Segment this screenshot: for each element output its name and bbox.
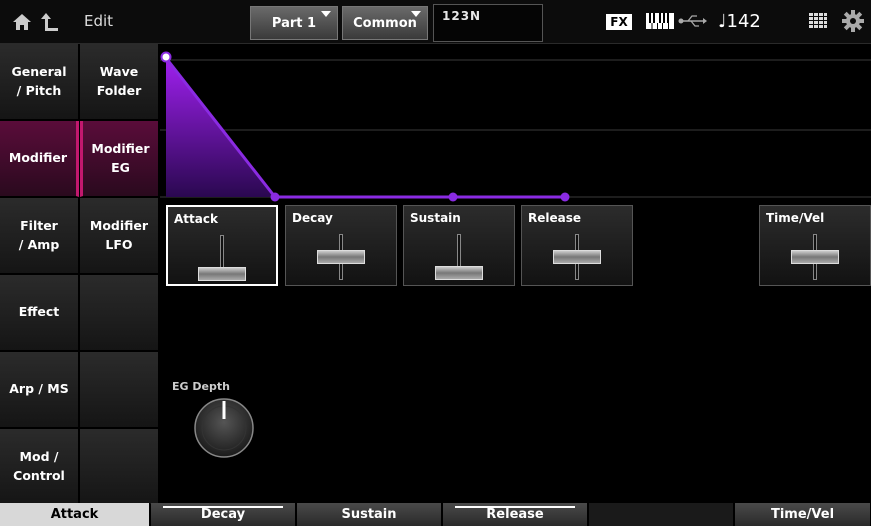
decay-slider[interactable] [317, 234, 365, 280]
eg-depth-knob[interactable] [193, 397, 255, 459]
slider-cap[interactable] [553, 250, 601, 264]
attack-slider[interactable] [198, 235, 246, 281]
nav-modifier[interactable]: Modifier [0, 121, 79, 197]
part-select-tab[interactable]: Part 1 [250, 6, 338, 40]
slider-cap[interactable] [317, 250, 365, 264]
eg-graph-svg [160, 51, 871, 202]
attack-slider-box[interactable]: Attack [166, 205, 278, 286]
fbar-empty [589, 503, 734, 526]
sustain-label: Sustain [410, 211, 461, 225]
dropdown-arrow-icon [321, 11, 331, 17]
nav-mod-control[interactable]: Mod / Control [0, 429, 79, 505]
fbar-sustain-button[interactable]: Sustain [297, 503, 442, 526]
eg-point-release [560, 192, 570, 202]
nav-arp-ms[interactable]: Arp / MS [0, 352, 79, 428]
sustain-slider-box[interactable]: Sustain [403, 205, 515, 286]
slider-cap[interactable] [198, 267, 246, 281]
fbar-decay-button[interactable]: Decay [151, 503, 296, 526]
attack-label: Attack [174, 212, 218, 226]
nav-filter-amp[interactable]: Filter / Amp [0, 198, 79, 274]
usb-icon [678, 15, 707, 27]
common-tab[interactable]: Common [342, 6, 428, 40]
part-tab-label: Part 1 [271, 15, 317, 31]
function-bar: Attack Decay Sustain Release Time/Vel [0, 503, 871, 526]
common-tab-label: Common [353, 15, 417, 31]
decay-slider-box[interactable]: Decay [285, 205, 397, 286]
eg-depth-label: EG Depth [172, 380, 230, 393]
subnav-wave-folder[interactable]: Wave Folder [80, 44, 159, 120]
decay-label: Decay [292, 211, 333, 225]
slider-cap[interactable] [435, 266, 483, 280]
fbar-release-button[interactable]: Release [443, 503, 588, 526]
fbar-time-vel-label: Time/Vel [770, 507, 835, 522]
keyboard-icon [646, 13, 674, 29]
back-up-icon[interactable] [40, 11, 60, 33]
top-bar: Edit Part 1 Common 123N FX ♩142 [0, 0, 871, 44]
gear-icon[interactable] [842, 10, 864, 32]
tempo-display[interactable]: ♩142 [718, 11, 761, 32]
subnav-empty-2 [80, 352, 159, 428]
fx-badge[interactable]: FX [606, 14, 632, 30]
eg-graph [160, 44, 871, 204]
fbar-time-vel-button[interactable]: Time/Vel [735, 503, 871, 526]
home-icon[interactable] [12, 12, 32, 32]
time-vel-slider[interactable] [791, 234, 839, 280]
fbar-indicator-line [455, 506, 575, 508]
release-slider-box[interactable]: Release [521, 205, 633, 286]
eg-point-decay [448, 192, 458, 202]
slider-cap[interactable] [791, 250, 839, 264]
mode-title: Edit [84, 12, 114, 30]
nav-effect[interactable]: Effect [0, 275, 79, 351]
eg-point-start [160, 51, 172, 63]
fbar-decay-label: Decay [200, 507, 246, 522]
performance-name: 123N [442, 9, 482, 23]
grid-icon[interactable] [809, 13, 827, 29]
subnav-modifier-lfo[interactable]: Modifier LFO [80, 198, 159, 274]
release-label: Release [528, 211, 582, 225]
fbar-attack-button[interactable]: Attack [0, 503, 150, 526]
fbar-sustain-label: Sustain [341, 507, 397, 522]
release-slider[interactable] [553, 234, 601, 280]
dropdown-arrow-icon [411, 11, 421, 17]
time-vel-label: Time/Vel [766, 211, 825, 225]
subnav-modifier-eg[interactable]: Modifier EG [80, 121, 159, 197]
time-vel-slider-box[interactable]: Time/Vel [759, 205, 871, 286]
subnav-empty-3 [80, 429, 159, 505]
eg-point-attack [270, 192, 280, 202]
sustain-slider[interactable] [435, 234, 483, 280]
nav-general-pitch[interactable]: General / Pitch [0, 44, 79, 120]
fbar-release-label: Release [486, 507, 544, 522]
fbar-indicator-line [163, 506, 283, 508]
performance-name-box[interactable]: 123N [433, 4, 543, 42]
subnav-empty-1 [80, 275, 159, 351]
fbar-attack-label: Attack [50, 507, 99, 522]
